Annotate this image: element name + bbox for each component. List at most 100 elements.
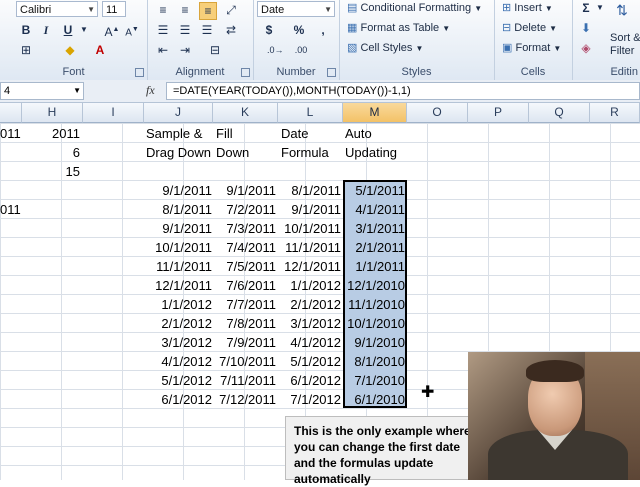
orientation-icon[interactable]: ⤢ bbox=[223, 2, 239, 18]
cell-l[interactable]: 11/1/2011 bbox=[278, 238, 341, 257]
cell-k[interactable]: 7/5/2011 bbox=[213, 257, 276, 276]
delete-button[interactable]: ⊟ Delete ▼ bbox=[502, 20, 557, 37]
italic-icon[interactable]: I bbox=[38, 22, 54, 38]
header-date-formula-line1[interactable]: Date bbox=[281, 124, 308, 143]
cell-m[interactable]: 10/1/2010 bbox=[343, 314, 405, 333]
number-format-combo[interactable]: Date ▼ bbox=[257, 1, 335, 17]
conditional-formatting-button[interactable]: ▤ Conditional Formatting ▼ bbox=[347, 0, 482, 17]
column-header-p[interactable]: P bbox=[468, 103, 529, 123]
font-size-combo[interactable]: 11 bbox=[102, 1, 126, 17]
header-sample-drag-down-line1[interactable]: Sample & bbox=[146, 124, 202, 143]
shrink-font-icon[interactable]: A▼ bbox=[124, 22, 140, 38]
column-header-g[interactable] bbox=[0, 103, 22, 123]
cell-j[interactable]: 3/1/2012 bbox=[144, 333, 212, 352]
font-name-combo[interactable]: Calibri ▼ bbox=[16, 1, 98, 17]
column-header-m[interactable]: M bbox=[343, 103, 407, 123]
cell-l[interactable]: 12/1/2011 bbox=[278, 257, 341, 276]
decrease-decimal-icon[interactable]: .00 bbox=[293, 42, 309, 58]
increase-decimal-icon[interactable]: .0→ bbox=[267, 42, 284, 58]
autosum-dropdown-icon[interactable]: ▼ bbox=[592, 0, 608, 16]
sort-filter-button[interactable]: Sort & Filter bbox=[610, 32, 640, 58]
cell-m[interactable]: 6/1/2010 bbox=[343, 390, 405, 409]
cell-l[interactable]: 2/1/2012 bbox=[278, 295, 341, 314]
cell-j[interactable]: 9/1/2011 bbox=[144, 219, 212, 238]
format-button[interactable]: ▣ Format ▼ bbox=[502, 40, 561, 57]
header-auto-updating-line1[interactable]: Auto bbox=[345, 124, 372, 143]
number-format-dropdown-icon[interactable]: ▼ bbox=[324, 2, 332, 18]
cell-l[interactable]: 10/1/2011 bbox=[278, 219, 341, 238]
cell-j[interactable]: 9/1/2011 bbox=[144, 181, 212, 200]
font-name-dropdown-icon[interactable]: ▼ bbox=[87, 2, 95, 18]
cell-m[interactable]: 5/1/2011 bbox=[343, 181, 405, 200]
insert-function-icon[interactable]: fx bbox=[146, 83, 155, 98]
underline-dropdown-icon[interactable]: ▼ bbox=[76, 22, 92, 38]
cell-j[interactable]: 2/1/2012 bbox=[144, 314, 212, 333]
font-dialog-launcher-icon[interactable] bbox=[135, 68, 144, 77]
cell-m[interactable]: 2/1/2011 bbox=[343, 238, 405, 257]
cell-k[interactable]: 7/7/2011 bbox=[213, 295, 276, 314]
cell-j[interactable]: 11/1/2011 bbox=[144, 257, 212, 276]
cell-j[interactable]: 5/1/2012 bbox=[144, 371, 212, 390]
bold-icon[interactable]: B bbox=[18, 22, 34, 38]
underline-icon[interactable]: U bbox=[60, 22, 76, 38]
font-color-icon[interactable]: A bbox=[92, 42, 108, 58]
wrap-text-icon[interactable]: ⇄ bbox=[223, 22, 239, 38]
cell-styles-button[interactable]: ▧ Cell Styles ▼ bbox=[347, 40, 423, 57]
cell-m[interactable]: 4/1/2011 bbox=[343, 200, 405, 219]
increase-indent-icon[interactable]: ⇥ bbox=[177, 42, 193, 58]
cell-m[interactable]: 12/1/2010 bbox=[343, 276, 405, 295]
currency-icon[interactable]: $ bbox=[261, 22, 277, 38]
cell-k[interactable]: 7/9/2011 bbox=[213, 333, 276, 352]
align-left-icon[interactable]: ☰ bbox=[155, 22, 171, 38]
align-top-icon[interactable]: ≡ bbox=[155, 2, 171, 18]
fill-color-icon[interactable]: ◆ bbox=[62, 42, 78, 58]
sort-filter-icon[interactable]: ⇅ bbox=[614, 2, 630, 18]
cell-m[interactable]: 11/1/2010 bbox=[343, 295, 405, 314]
cell-m[interactable]: 3/1/2011 bbox=[343, 219, 405, 238]
cell-k[interactable]: 9/1/2011 bbox=[213, 181, 276, 200]
cell-h-row1[interactable]: 2011 bbox=[22, 124, 80, 143]
cell-j[interactable]: 6/1/2012 bbox=[144, 390, 212, 409]
cell-m[interactable]: 9/1/2010 bbox=[343, 333, 405, 352]
column-header-i[interactable]: I bbox=[83, 103, 144, 123]
column-header-r[interactable]: R bbox=[590, 103, 640, 123]
formula-input[interactable]: =DATE(YEAR(TODAY()),MONTH(TODAY())-1,1) bbox=[166, 82, 640, 100]
format-as-table-button[interactable]: ▦ Format as Table ▼ bbox=[347, 20, 450, 37]
cell-j[interactable]: 8/1/2011 bbox=[144, 200, 212, 219]
comma-style-icon[interactable]: , bbox=[315, 22, 331, 38]
cell-k[interactable]: 7/6/2011 bbox=[213, 276, 276, 295]
cell-k[interactable]: 7/3/2011 bbox=[213, 219, 276, 238]
cell-l[interactable]: 4/1/2012 bbox=[278, 333, 341, 352]
header-fill-down-line1[interactable]: Fill bbox=[216, 124, 233, 143]
align-right-icon[interactable]: ☰ bbox=[199, 22, 215, 38]
cell-m[interactable]: 8/1/2010 bbox=[343, 352, 405, 371]
cell-g-row5[interactable]: 011 bbox=[0, 200, 21, 219]
cell-k[interactable]: 7/12/2011 bbox=[213, 390, 276, 409]
column-header-q[interactable]: Q bbox=[529, 103, 590, 123]
cell-l[interactable]: 3/1/2012 bbox=[278, 314, 341, 333]
cell-h-row3[interactable]: 15 bbox=[22, 162, 80, 181]
cell-l[interactable]: 9/1/2011 bbox=[278, 200, 341, 219]
cell-j[interactable]: 4/1/2012 bbox=[144, 352, 212, 371]
cell-l[interactable]: 5/1/2012 bbox=[278, 352, 341, 371]
cell-k[interactable]: 7/2/2011 bbox=[213, 200, 276, 219]
align-center-icon[interactable]: ☰ bbox=[177, 22, 193, 38]
cell-k[interactable]: 7/8/2011 bbox=[213, 314, 276, 333]
cell-j[interactable]: 12/1/2011 bbox=[144, 276, 212, 295]
cell-m[interactable]: 7/1/2010 bbox=[343, 371, 405, 390]
align-middle-icon[interactable]: ≡ bbox=[177, 2, 193, 18]
cell-j[interactable]: 1/1/2012 bbox=[144, 295, 212, 314]
header-date-formula-line2[interactable]: Formula bbox=[281, 143, 329, 162]
column-header-o[interactable]: O bbox=[407, 103, 468, 123]
borders-icon[interactable]: ⊞ bbox=[18, 42, 34, 58]
cell-l[interactable]: 7/1/2012 bbox=[278, 390, 341, 409]
alignment-dialog-launcher-icon[interactable] bbox=[241, 68, 250, 77]
insert-button[interactable]: ⊞ Insert ▼ bbox=[502, 0, 553, 17]
align-bottom-icon[interactable]: ≡ bbox=[199, 2, 217, 20]
note-textbox[interactable]: This is the only example where you can c… bbox=[285, 416, 485, 486]
cell-l[interactable]: 1/1/2012 bbox=[278, 276, 341, 295]
cell-l[interactable]: 8/1/2011 bbox=[278, 181, 341, 200]
clear-icon[interactable]: ◈ bbox=[578, 40, 594, 56]
grow-font-icon[interactable]: A▲ bbox=[104, 22, 120, 39]
header-sample-drag-down-line2[interactable]: Drag Down bbox=[146, 143, 211, 162]
